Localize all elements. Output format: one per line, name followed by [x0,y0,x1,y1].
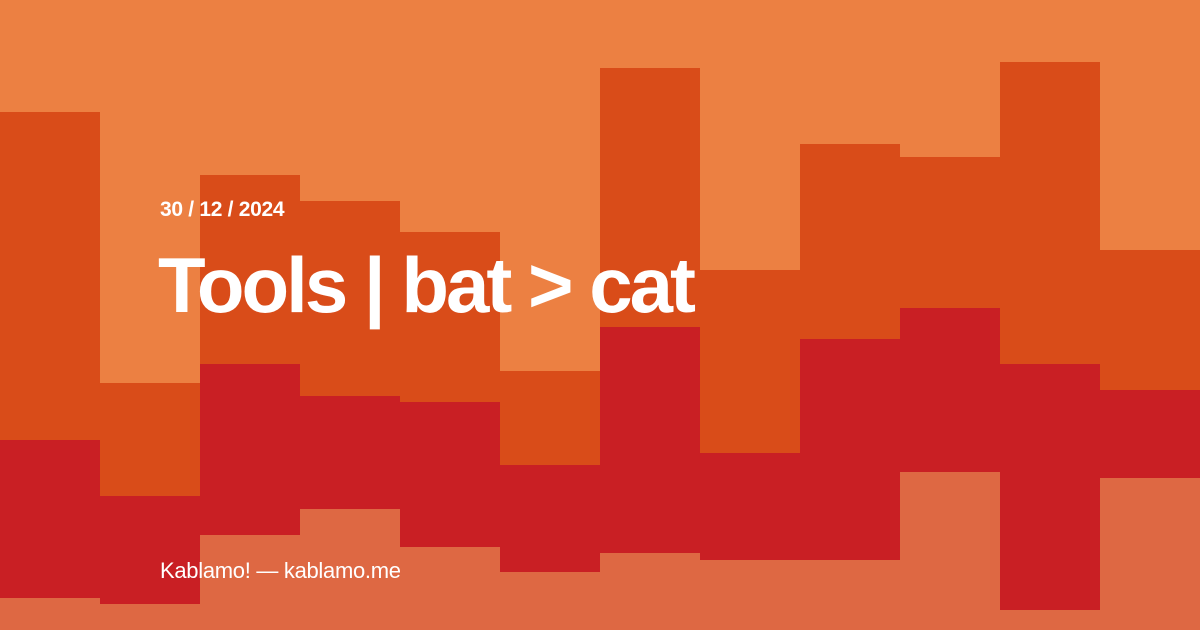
post-title: Tools | bat > cat [158,241,696,329]
social-card: 30 / 12 / 2024 Tools | bat > cat Kablamo… [0,0,1200,630]
post-date: 30 / 12 / 2024 [160,198,285,221]
site-footer: Kablamo! — kablamo.me [160,558,401,583]
